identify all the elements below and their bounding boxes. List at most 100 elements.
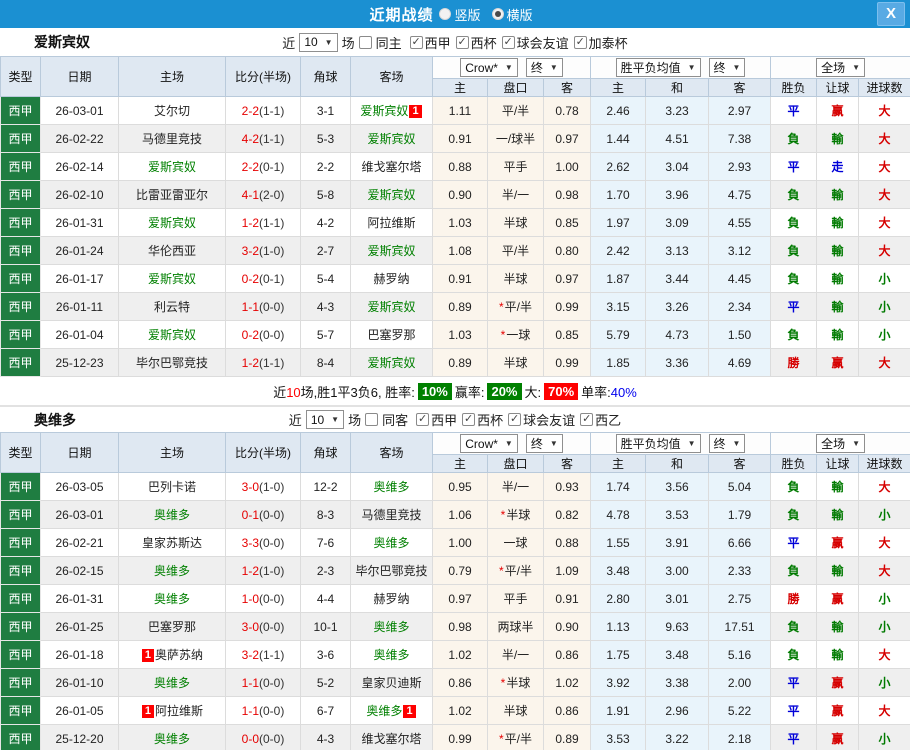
avg-away-cell: 2.18 xyxy=(708,724,772,750)
away-team-cell: 爱斯宾奴 xyxy=(350,292,433,321)
home-team-cell: 马德里竞技 xyxy=(118,124,226,153)
avg-draw-cell: 9.63 xyxy=(645,612,710,641)
home-team-cell: 爱斯宾奴 xyxy=(118,208,226,237)
home-team-cell: 奥维多 xyxy=(118,668,226,697)
away-team-cell: 维戈塞尔塔 xyxy=(350,724,433,750)
league-cell: 西甲 xyxy=(0,724,41,750)
avg-away-cell: 17.51 xyxy=(708,612,772,641)
avg-stage-select[interactable]: 终 ▼ xyxy=(708,434,746,453)
avg-draw-cell: 3.13 xyxy=(645,236,710,265)
date-cell: 26-01-05 xyxy=(40,696,119,725)
odds-group-header: Crow* ▼ 终 ▼ xyxy=(431,432,592,455)
games-count-select[interactable]: 10 ▼ xyxy=(305,410,345,429)
bookmaker-select[interactable]: Crow* ▼ xyxy=(460,434,518,453)
corners-cell: 2-7 xyxy=(300,236,351,265)
handicap-result-cell: 輸 xyxy=(816,500,860,529)
league-checkbox[interactable]: ✓ xyxy=(462,413,476,426)
league-checkbox[interactable]: ✓ xyxy=(501,35,515,49)
league-checkbox[interactable]: ✓ xyxy=(409,35,423,49)
vertical-layout-radio[interactable] xyxy=(439,8,452,20)
goals-result-cell: 大 xyxy=(858,348,910,377)
col-home: 主场 xyxy=(118,56,226,97)
vertical-layout-label[interactable]: 竖版 xyxy=(454,5,480,24)
sub-col-handicap-result: 让球 xyxy=(816,78,860,97)
home-team-cell: 艾尔切 xyxy=(118,96,226,125)
league-cell: 西甲 xyxy=(0,348,41,377)
near-label: 近 xyxy=(288,413,302,428)
goals-result-cell: 大 xyxy=(858,696,910,725)
away-team-cell: 毕尔巴鄂竞技 xyxy=(350,556,433,585)
games-count-select[interactable]: 10 ▼ xyxy=(299,32,338,52)
same-home-checkbox[interactable] xyxy=(358,35,372,49)
date-cell: 26-02-22 xyxy=(40,124,119,153)
odds-home-cell: 0.95 xyxy=(432,472,488,501)
corners-cell: 4-3 xyxy=(300,724,351,750)
league-checkbox[interactable]: ✓ xyxy=(580,413,594,426)
league-checkbox[interactable]: ✓ xyxy=(416,413,430,426)
handicap-cell: 半球 xyxy=(487,348,544,377)
league-cell: 西甲 xyxy=(0,472,41,501)
date-cell: 26-03-05 xyxy=(40,472,119,501)
avg-away-cell: 2.34 xyxy=(708,292,772,321)
avg-draw-cell: 3.22 xyxy=(645,724,710,750)
avg-away-cell: 1.50 xyxy=(708,320,772,349)
avg-home-cell: 1.55 xyxy=(590,528,647,557)
result-group-header: 全场 ▼ xyxy=(770,56,910,79)
wdl-result-cell: 平 xyxy=(770,152,818,181)
odds-stage-select[interactable]: 终 ▼ xyxy=(525,58,563,77)
close-icon[interactable]: X xyxy=(877,2,905,26)
date-cell: 26-02-10 xyxy=(40,180,119,209)
handicap-cell: 一/球半 xyxy=(487,124,544,153)
sub-col-handicap: 盘口 xyxy=(487,78,544,97)
away-team-cell: 奥维多 1 xyxy=(350,696,433,725)
wdl-result-cell: 平 xyxy=(770,668,818,697)
fulltime-select[interactable]: 全场 ▼ xyxy=(816,434,865,453)
league-checkbox[interactable]: ✓ xyxy=(508,413,522,426)
league-checkbox[interactable]: ✓ xyxy=(573,35,587,49)
handicap-result-cell: 赢 xyxy=(816,96,860,125)
horizontal-layout-radio[interactable] xyxy=(491,8,504,20)
league-checkbox[interactable]: ✓ xyxy=(455,35,469,49)
same-away-checkbox[interactable] xyxy=(365,413,379,426)
score-cell: 2-2(0-1) xyxy=(225,152,301,181)
avg-stage-select[interactable]: 终 ▼ xyxy=(708,58,746,77)
sub-col-odds-home: 主 xyxy=(432,454,488,473)
league-label: 西杯 xyxy=(477,413,504,428)
date-cell: 26-01-31 xyxy=(40,208,119,237)
odds-home-cell: 0.97 xyxy=(432,584,488,613)
avg-away-cell: 2.93 xyxy=(708,152,772,181)
fulltime-select[interactable]: 全场 ▼ xyxy=(816,58,865,77)
horizontal-layout-label[interactable]: 横版 xyxy=(507,5,533,24)
league-cell: 西甲 xyxy=(0,208,41,237)
match-row: 西甲 26-02-22 马德里竞技 4-2(1-1) 5-3 爱斯宾奴 0.91 一/球半 0.… xyxy=(0,124,910,153)
handicap-cell: 半/一 xyxy=(487,180,544,209)
corners-cell: 3-1 xyxy=(300,96,351,125)
avg-away-cell: 2.97 xyxy=(708,96,772,125)
sub-col-handicap-result: 让球 xyxy=(816,454,860,473)
avg-type-select[interactable]: 胜平负均值 ▼ xyxy=(615,434,701,453)
goals-result-cell: 小 xyxy=(858,584,910,613)
sub-col-goals: 进球数 xyxy=(858,78,910,97)
odds-stage-select[interactable]: 终 ▼ xyxy=(525,434,563,453)
odds-away-cell: 0.82 xyxy=(542,500,592,529)
wdl-result-cell: 勝 xyxy=(770,584,818,613)
score-cell: 1-1(0-0) xyxy=(225,696,301,725)
handicap-cell: 半/一 xyxy=(487,640,544,669)
odds-away-cell: 0.97 xyxy=(542,264,592,293)
win-rate-badge: 10% xyxy=(417,382,452,400)
match-row: 西甲 25-12-23 毕尔巴鄂竞技 1-2(1-1) 8-4 爱斯宾奴 0.89 半球 0.9… xyxy=(0,348,910,377)
avg-away-cell: 6.66 xyxy=(708,528,772,557)
avg-home-cell: 1.13 xyxy=(590,612,647,641)
avg-home-cell: 1.97 xyxy=(590,208,647,237)
handicap-cell: 平手 xyxy=(487,152,544,181)
away-team-cell: 奥维多 xyxy=(350,528,433,557)
handicap-result-cell: 輸 xyxy=(816,180,860,209)
wdl-result-cell: 負 xyxy=(770,208,818,237)
league-cell: 西甲 xyxy=(0,264,41,293)
col-score: 比分(半场) xyxy=(225,56,301,97)
handicap-result-cell: 輸 xyxy=(816,640,860,669)
bookmaker-select[interactable]: Crow* ▼ xyxy=(460,58,518,77)
avg-type-select[interactable]: 胜平负均值 ▼ xyxy=(615,58,701,77)
away-team-cell: 爱斯宾奴 xyxy=(350,180,433,209)
chevron-down-icon: ▼ xyxy=(852,63,860,72)
